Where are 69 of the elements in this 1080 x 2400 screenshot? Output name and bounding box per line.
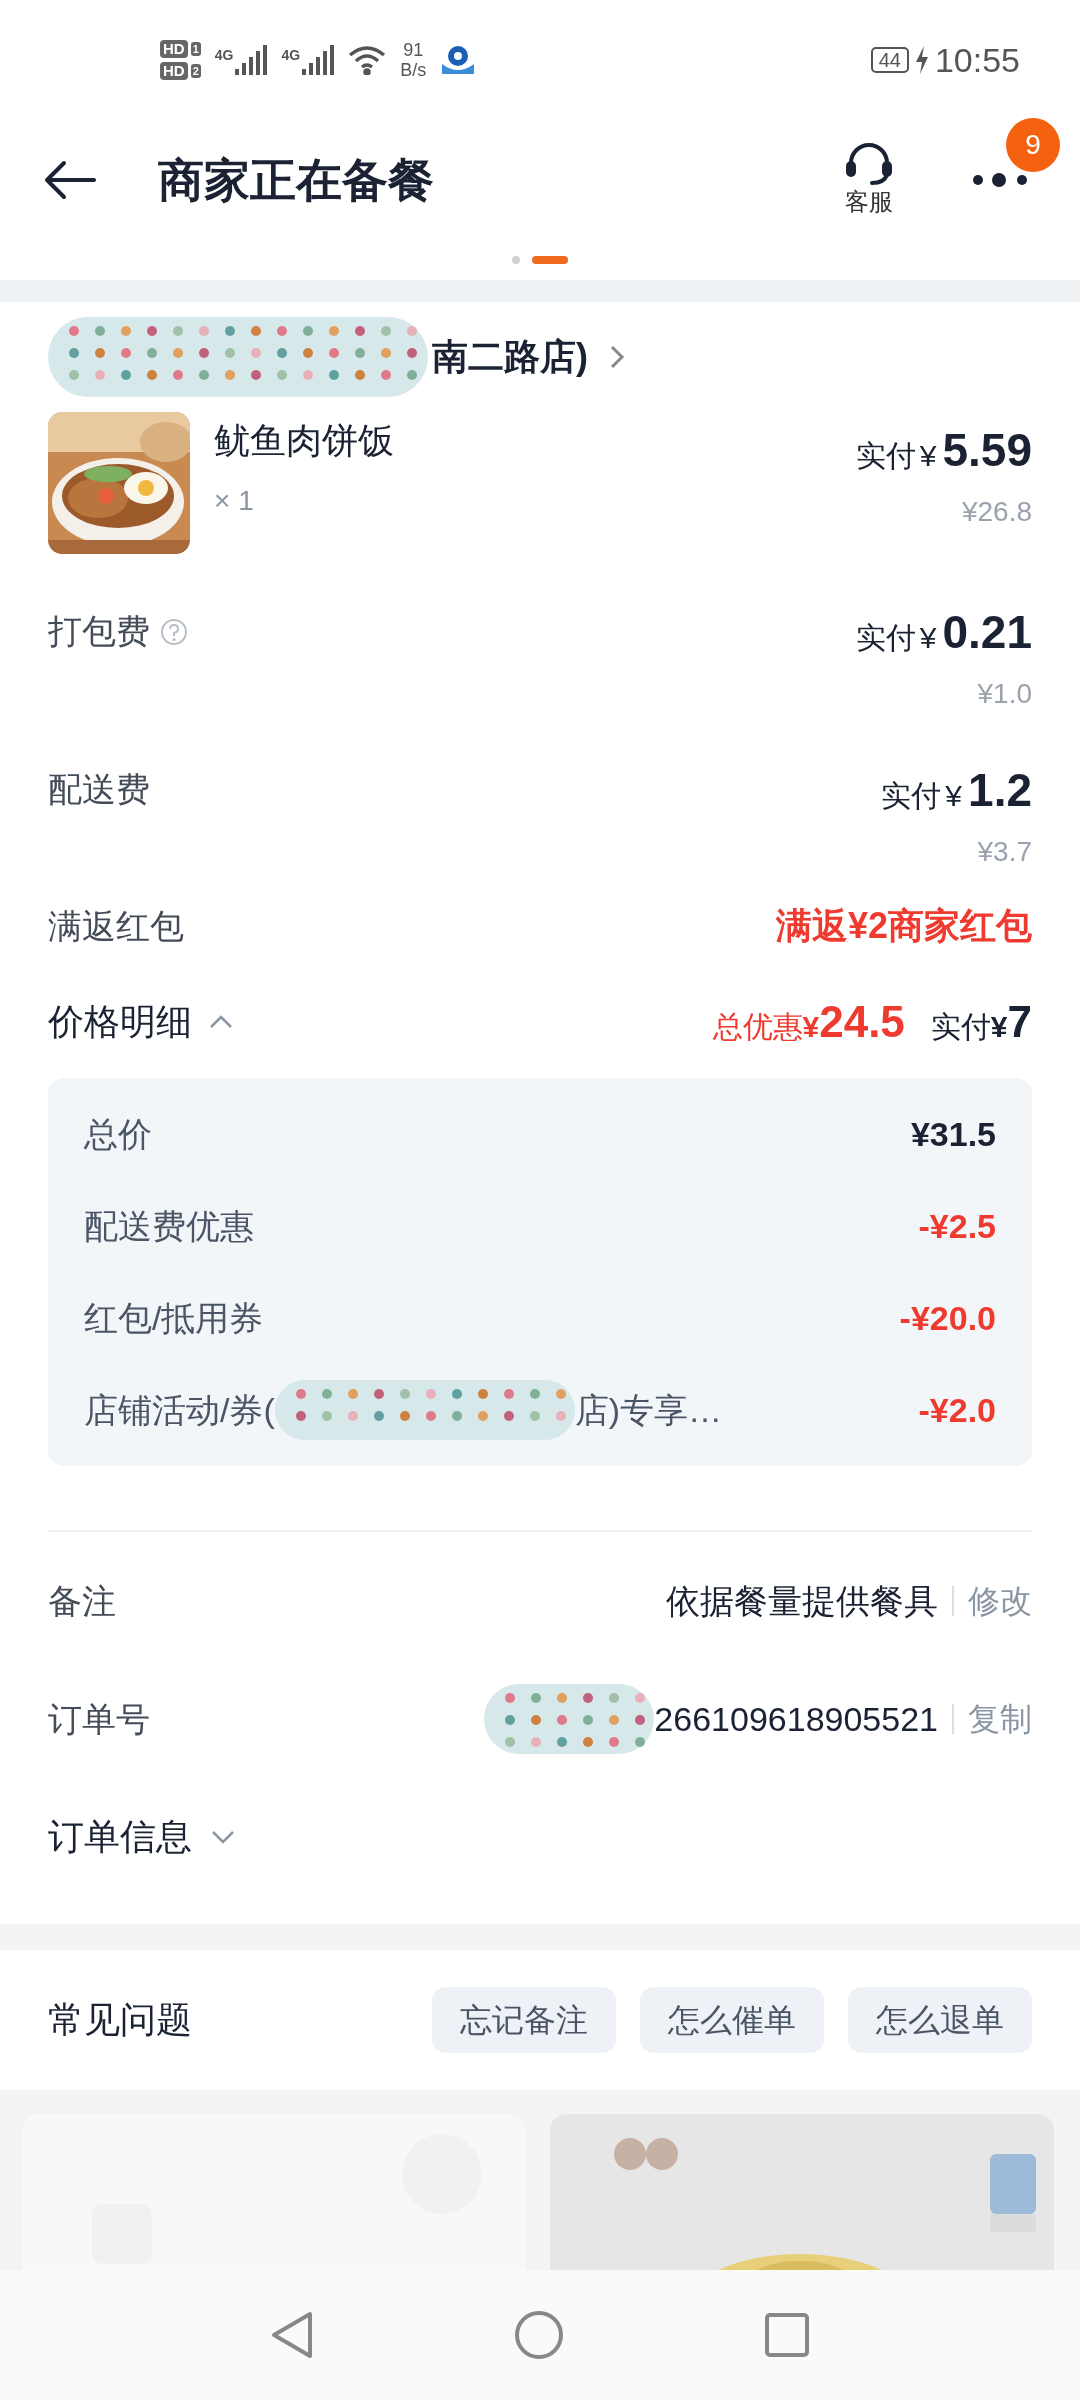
faq-chip[interactable]: 忘记备注	[432, 1987, 616, 2053]
app-notification-icon	[440, 44, 477, 76]
page-title: 商家正在备餐	[158, 152, 434, 208]
sim-slot-badge: 2	[190, 64, 201, 78]
remark-value: 依据餐量提供餐具	[666, 1580, 938, 1622]
hd-badge: HD	[160, 62, 188, 80]
faq-chip[interactable]: 怎么催单	[640, 1987, 824, 2053]
price-detail-toggle[interactable]: 价格明细	[48, 995, 234, 1049]
breakdown-label: 店)专享…	[574, 1389, 723, 1431]
breakdown-label: 总价	[84, 1113, 152, 1155]
currency-sign: ¥	[919, 620, 937, 656]
paid-label: 实付	[881, 778, 942, 814]
currency-sign: ¥	[945, 778, 963, 814]
sim-slot-badge: 1	[190, 42, 201, 56]
clock-time: 10:55	[934, 39, 1020, 81]
notification-badge: 9	[1006, 118, 1060, 172]
currency-sign: ¥	[990, 1009, 1008, 1045]
breakdown-amount: -¥2.0	[918, 1389, 996, 1431]
paid-price: 5.59	[942, 423, 1032, 478]
speed-unit: B/s	[400, 60, 427, 80]
home-nav-icon[interactable]	[514, 2310, 564, 2360]
remark-label: 备注	[48, 1580, 116, 1622]
item-name: 鱿鱼肉饼饭	[214, 419, 395, 463]
paid-label: 实付	[930, 1009, 991, 1045]
total-discount-label: 总优惠	[712, 1009, 803, 1045]
faq-title: 常见问题	[48, 1998, 192, 2042]
help-icon[interactable]	[160, 617, 188, 646]
paid-label: 实付	[855, 438, 916, 474]
faq-chip[interactable]: 怎么退单	[848, 1987, 1032, 2053]
currency-sign: ¥	[919, 438, 937, 474]
original-price: ¥1.0	[977, 677, 1032, 711]
order-info-toggle[interactable]: 订单信息	[48, 1778, 1032, 1896]
signal-icon	[302, 45, 335, 75]
cashback-reward-label: 满返红包	[48, 905, 184, 947]
paid-label: 实付	[855, 620, 916, 656]
original-price: ¥3.7	[977, 835, 1032, 869]
total-paid-amount: 7	[1007, 996, 1032, 1048]
order-number-label: 订单号	[48, 1698, 150, 1740]
more-icon[interactable]	[972, 170, 1028, 190]
order-number-value: 266109618905521	[654, 1698, 938, 1740]
network-type-label: 4G	[214, 46, 234, 65]
breakdown-label: 配送费优惠	[84, 1205, 254, 1247]
network-type-label: 4G	[281, 46, 301, 65]
breakdown-label: 红包/抵用券	[84, 1297, 264, 1339]
breakdown-amount: ¥31.5	[910, 1113, 996, 1155]
currency-sign: ¥	[802, 1010, 820, 1045]
store-name: 南二路店)	[431, 335, 588, 379]
fee-label: 配送费	[48, 769, 150, 810]
paid-price: 0.21	[942, 605, 1032, 660]
headset-icon	[844, 143, 894, 187]
breakdown-amount: -¥2.5	[918, 1205, 996, 1247]
breakdown-label: 店铺活动/券(	[84, 1389, 275, 1431]
network-speed: 91	[403, 40, 424, 60]
battery-level: 44	[870, 47, 909, 73]
back-nav-icon[interactable]	[270, 2310, 314, 2360]
total-discount-amount: 24.5	[819, 996, 905, 1048]
chevron-right-icon[interactable]	[608, 343, 626, 371]
breakdown-amount: -¥20.0	[899, 1297, 996, 1339]
original-price: ¥26.8	[961, 495, 1032, 529]
recent-apps-icon[interactable]	[764, 2312, 810, 2358]
hd-badge: HD	[160, 40, 188, 58]
signal-icon	[235, 45, 268, 75]
charging-icon	[914, 46, 929, 74]
fee-label: 打包费	[48, 611, 150, 652]
wifi-icon	[348, 45, 387, 75]
paid-price: 1.2	[968, 763, 1032, 818]
customer-service-button[interactable]: 客服	[844, 143, 894, 217]
item-quantity: × 1	[214, 484, 255, 518]
cashback-reward-value: 满返¥2商家红包	[775, 904, 1032, 948]
